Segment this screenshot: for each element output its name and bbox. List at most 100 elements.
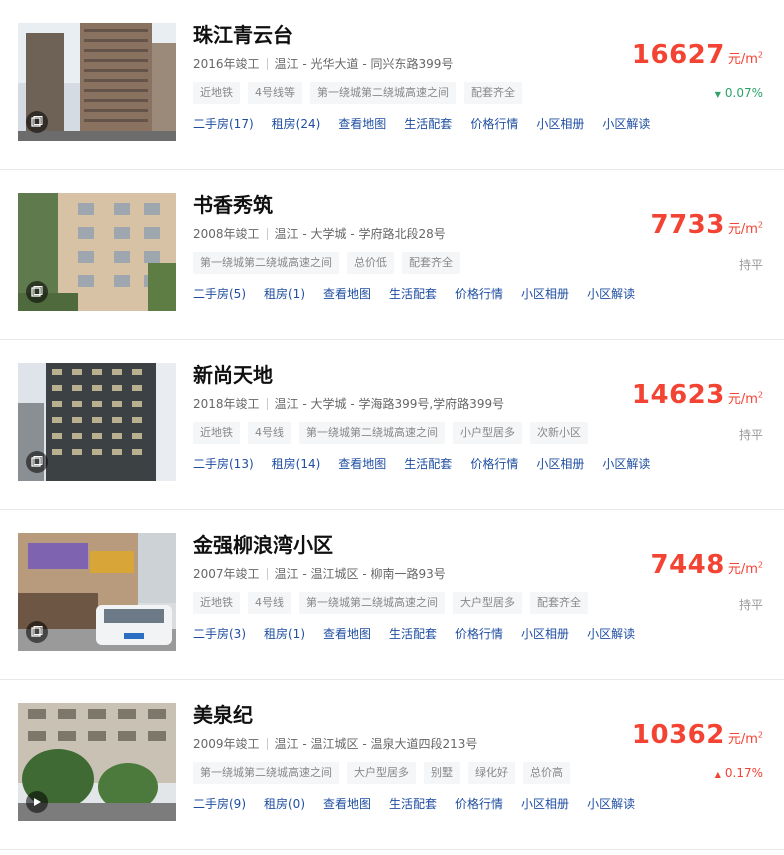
- tag: 近地铁: [193, 82, 240, 104]
- price-unit: 元/m2: [727, 220, 763, 237]
- amenities-link[interactable]: 生活配套: [404, 115, 452, 132]
- tag: 别墅: [424, 762, 460, 784]
- map-link[interactable]: 查看地图: [323, 285, 371, 302]
- community-photo[interactable]: [18, 533, 176, 651]
- community-name[interactable]: 新尚天地: [193, 360, 613, 390]
- tag: 总价高: [523, 762, 570, 784]
- secondhand-link[interactable]: 二手房(3): [193, 625, 246, 642]
- community-item: 美泉纪 2009年竣工 温江 - 温江城区 - 温泉大道四段213号 第一绕城第…: [0, 680, 784, 850]
- price-unit: 元/m2: [727, 730, 763, 747]
- tag-list: 近地铁 4号线 第一绕城第二绕城高速之间 小户型居多 次新小区: [193, 422, 613, 444]
- community-item: 新尚天地 2018年竣工 温江 - 大学城 - 学海路399号,学府路399号 …: [0, 340, 784, 510]
- tag: 第一绕城第二绕城高速之间: [299, 422, 445, 444]
- analysis-link[interactable]: 小区解读: [587, 625, 635, 642]
- action-links: 二手房(5) 租房(1) 查看地图 生活配套 价格行情 小区相册 小区解读: [193, 285, 635, 302]
- build-year: 2018年竣工: [193, 397, 260, 411]
- divider: [266, 58, 268, 70]
- album-link[interactable]: 小区相册: [521, 285, 569, 302]
- unit-price: 16627 元/m2: [632, 40, 763, 70]
- location: 温江 - 温江城区 - 柳南一路93号: [274, 567, 446, 581]
- price-value: 14623: [631, 380, 725, 410]
- community-photo[interactable]: [18, 363, 176, 481]
- gallery-icon: [26, 451, 48, 473]
- community-info: 新尚天地 2018年竣工 温江 - 大学城 - 学海路399号,学府路399号 …: [193, 360, 650, 472]
- price-trend-link[interactable]: 价格行情: [470, 115, 518, 132]
- price-value: 7733: [650, 210, 725, 240]
- secondhand-link[interactable]: 二手房(17): [193, 115, 254, 132]
- analysis-link[interactable]: 小区解读: [602, 115, 650, 132]
- divider: [266, 568, 268, 580]
- price-trend-link[interactable]: 价格行情: [455, 285, 503, 302]
- tag: 大户型居多: [453, 592, 522, 614]
- community-info: 金强柳浪湾小区 2007年竣工 温江 - 温江城区 - 柳南一路93号 近地铁 …: [193, 530, 635, 642]
- community-name[interactable]: 美泉纪: [193, 700, 613, 730]
- tag: 近地铁: [193, 592, 240, 614]
- community-meta: 2018年竣工 温江 - 大学城 - 学海路399号,学府路399号: [193, 396, 613, 412]
- rent-link[interactable]: 租房(1): [264, 625, 305, 642]
- album-link[interactable]: 小区相册: [536, 455, 584, 472]
- secondhand-link[interactable]: 二手房(13): [193, 455, 254, 472]
- analysis-link[interactable]: 小区解读: [587, 285, 635, 302]
- build-year: 2016年竣工: [193, 57, 260, 71]
- tag-list: 第一绕城第二绕城高速之间 大户型居多 别墅 绿化好 总价高: [193, 762, 613, 784]
- tag: 近地铁: [193, 422, 240, 444]
- unit-price: 14623 元/m2: [632, 380, 763, 410]
- community-name[interactable]: 书香秀筑: [193, 190, 613, 220]
- tag-list: 近地铁 4号线 第一绕城第二绕城高速之间 大户型居多 配套齐全: [193, 592, 613, 614]
- price-trend-link[interactable]: 价格行情: [470, 455, 518, 472]
- secondhand-link[interactable]: 二手房(5): [193, 285, 246, 302]
- tag: 4号线等: [248, 82, 302, 104]
- location: 温江 - 大学城 - 学海路399号,学府路399号: [274, 397, 505, 411]
- unit-price: 10362 元/m2: [632, 720, 763, 750]
- tag: 第一绕城第二绕城高速之间: [299, 592, 445, 614]
- rent-link[interactable]: 租房(0): [264, 795, 305, 812]
- rent-link[interactable]: 租房(24): [272, 115, 321, 132]
- map-link[interactable]: 查看地图: [338, 115, 386, 132]
- divider: [266, 228, 268, 240]
- community-list: 珠江青云台 2016年竣工 温江 - 光华大道 - 同兴东路399号 近地铁 4…: [0, 0, 784, 850]
- price-unit: 元/m2: [727, 390, 763, 407]
- tag: 总价低: [347, 252, 394, 274]
- price-change: 持平: [738, 428, 763, 442]
- trend-down-icon: ▼: [714, 90, 721, 99]
- rent-link[interactable]: 租房(14): [272, 455, 321, 472]
- tag: 大户型居多: [347, 762, 416, 784]
- map-link[interactable]: 查看地图: [338, 455, 386, 472]
- album-link[interactable]: 小区相册: [521, 625, 569, 642]
- rent-link[interactable]: 租房(1): [264, 285, 305, 302]
- action-links: 二手房(9) 租房(0) 查看地图 生活配套 价格行情 小区相册 小区解读: [193, 795, 635, 812]
- map-link[interactable]: 查看地图: [323, 795, 371, 812]
- analysis-link[interactable]: 小区解读: [602, 455, 650, 472]
- location: 温江 - 光华大道 - 同兴东路399号: [274, 57, 454, 71]
- price-change: ▼ 0.07%: [714, 86, 763, 100]
- price-value: 10362: [631, 720, 725, 750]
- unit-price: 7733 元/m2: [650, 210, 763, 240]
- price-trend-link[interactable]: 价格行情: [455, 795, 503, 812]
- community-name[interactable]: 金强柳浪湾小区: [193, 530, 613, 560]
- location: 温江 - 温江城区 - 温泉大道四段213号: [274, 737, 478, 751]
- community-item: 金强柳浪湾小区 2007年竣工 温江 - 温江城区 - 柳南一路93号 近地铁 …: [0, 510, 784, 680]
- price-trend-link[interactable]: 价格行情: [455, 625, 503, 642]
- amenities-link[interactable]: 生活配套: [389, 625, 437, 642]
- tag: 小户型居多: [453, 422, 522, 444]
- secondhand-link[interactable]: 二手房(9): [193, 795, 246, 812]
- album-link[interactable]: 小区相册: [536, 115, 584, 132]
- community-info: 书香秀筑 2008年竣工 温江 - 大学城 - 学府路北段28号 第一绕城第二绕…: [193, 190, 635, 302]
- community-photo[interactable]: [18, 23, 176, 141]
- price-change: 持平: [738, 258, 763, 272]
- community-name[interactable]: 珠江青云台: [193, 20, 613, 50]
- album-link[interactable]: 小区相册: [521, 795, 569, 812]
- community-item: 珠江青云台 2016年竣工 温江 - 光华大道 - 同兴东路399号 近地铁 4…: [0, 0, 784, 170]
- amenities-link[interactable]: 生活配套: [389, 285, 437, 302]
- community-info: 美泉纪 2009年竣工 温江 - 温江城区 - 温泉大道四段213号 第一绕城第…: [193, 700, 635, 812]
- analysis-link[interactable]: 小区解读: [587, 795, 635, 812]
- map-link[interactable]: 查看地图: [323, 625, 371, 642]
- community-item: 书香秀筑 2008年竣工 温江 - 大学城 - 学府路北段28号 第一绕城第二绕…: [0, 170, 784, 340]
- action-links: 二手房(17) 租房(24) 查看地图 生活配套 价格行情 小区相册 小区解读: [193, 115, 650, 132]
- amenities-link[interactable]: 生活配套: [389, 795, 437, 812]
- community-photo[interactable]: [18, 193, 176, 311]
- amenities-link[interactable]: 生活配套: [404, 455, 452, 472]
- community-photo[interactable]: [18, 703, 176, 821]
- tag: 次新小区: [530, 422, 588, 444]
- tag: 第一绕城第二绕城高速之间: [193, 762, 339, 784]
